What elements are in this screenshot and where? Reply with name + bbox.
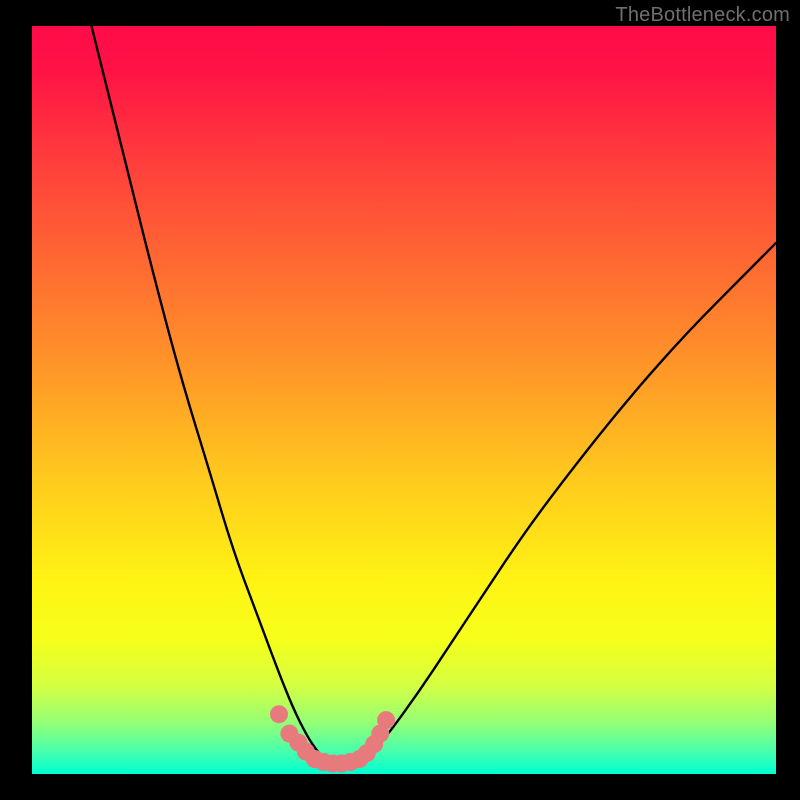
highlight-dot <box>377 711 395 729</box>
plot-area <box>32 26 776 774</box>
watermark-text: TheBottleneck.com <box>615 4 790 27</box>
curve-layer <box>32 26 776 774</box>
highlight-dot <box>270 705 288 723</box>
highlight-dots <box>270 705 395 772</box>
bottleneck-curve <box>92 26 777 763</box>
chart-frame: TheBottleneck.com <box>0 0 800 800</box>
